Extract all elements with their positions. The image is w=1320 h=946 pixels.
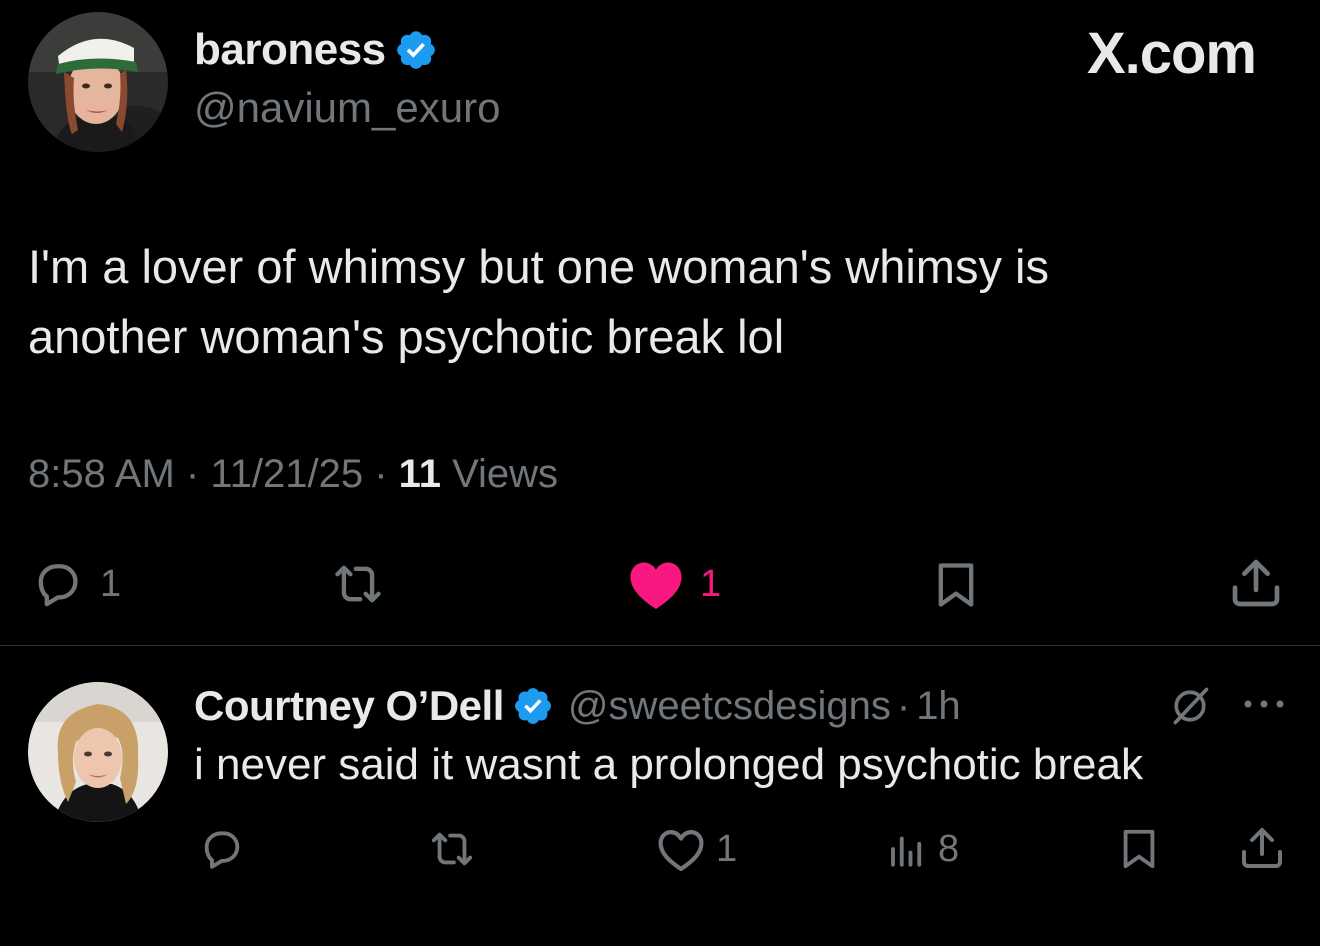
retweet-icon bbox=[335, 565, 381, 603]
reply-share-button[interactable] bbox=[1238, 822, 1286, 874]
tweet-text: I'm a lover of whimsy but one woman's wh… bbox=[28, 232, 1278, 372]
reply-views-count: 8 bbox=[938, 827, 960, 870]
x-post-screen: baroness @navium_exuro X.com I'm a lover… bbox=[0, 0, 1320, 946]
share-button[interactable] bbox=[1228, 554, 1284, 612]
like-count: 1 bbox=[700, 562, 722, 605]
tweet-meta: 8:58 AM · 11/21/25 · 11 Views bbox=[28, 452, 558, 497]
author-avatar[interactable] bbox=[28, 12, 168, 152]
speech-bubble-icon bbox=[204, 831, 240, 869]
retweet-icon bbox=[431, 832, 473, 866]
reply-like-count: 1 bbox=[716, 827, 738, 870]
verified-badge-icon bbox=[396, 31, 435, 69]
bookmark-button[interactable] bbox=[930, 556, 982, 614]
reply-time[interactable]: 1h bbox=[916, 684, 961, 729]
reply-author-name[interactable]: Courtney O’Dell bbox=[194, 682, 504, 730]
speech-bubble-icon bbox=[38, 564, 78, 607]
tweet-text-line: another woman's psychotic break lol bbox=[28, 310, 785, 363]
heart-icon bbox=[630, 562, 682, 610]
meta-separator: · bbox=[374, 452, 388, 496]
bar-chart-icon bbox=[891, 836, 922, 867]
reply-like-button[interactable]: 1 bbox=[656, 826, 737, 872]
verified-badge-icon bbox=[514, 688, 551, 724]
more-dots-icon[interactable] bbox=[1240, 692, 1288, 716]
author-display-name[interactable]: baroness bbox=[194, 25, 386, 75]
bookmark-icon bbox=[1123, 829, 1155, 869]
reply-header: Courtney O’Dell @sweetcsdesigns · 1h bbox=[194, 680, 961, 732]
reply-author-avatar[interactable] bbox=[28, 682, 168, 822]
reply-bookmark-button[interactable] bbox=[1116, 824, 1162, 874]
views-label: Views bbox=[452, 452, 559, 496]
heart-icon bbox=[658, 830, 704, 872]
meta-separator: · bbox=[896, 683, 911, 728]
tweet-date[interactable]: 11/21/25 bbox=[210, 452, 363, 496]
reply-views-button[interactable]: 8 bbox=[886, 826, 959, 872]
meta-separator: · bbox=[185, 452, 200, 496]
bookmark-icon bbox=[938, 563, 974, 607]
tweet-text-line: I'm a lover of whimsy but one woman's wh… bbox=[28, 240, 1049, 293]
reply-text: i never said it wasnt a prolonged psycho… bbox=[194, 740, 1143, 789]
reply-button[interactable]: 1 bbox=[28, 558, 121, 610]
reply-author-handle[interactable]: @sweetcsdesigns bbox=[568, 684, 891, 729]
divider bbox=[0, 645, 1320, 646]
share-icon bbox=[1232, 559, 1280, 607]
retweet-button[interactable] bbox=[326, 558, 404, 610]
tweet-action-bar: 1 1 bbox=[0, 552, 1320, 616]
reply-count: 1 bbox=[100, 562, 122, 605]
reply-action-bar: 1 8 bbox=[0, 822, 1320, 878]
site-brand: X.com bbox=[1086, 21, 1257, 86]
reply-retweet-button[interactable] bbox=[424, 826, 494, 872]
author-handle[interactable]: @navium_exuro bbox=[194, 84, 500, 132]
reply-reply-button[interactable] bbox=[196, 826, 260, 872]
views-count[interactable]: 11 bbox=[399, 452, 441, 496]
author-name-row[interactable]: baroness bbox=[194, 24, 438, 76]
share-icon bbox=[1242, 828, 1282, 868]
like-button[interactable]: 1 bbox=[626, 558, 721, 610]
tweet-time[interactable]: 8:58 AM bbox=[28, 452, 175, 496]
grok-icon[interactable] bbox=[1168, 684, 1212, 728]
